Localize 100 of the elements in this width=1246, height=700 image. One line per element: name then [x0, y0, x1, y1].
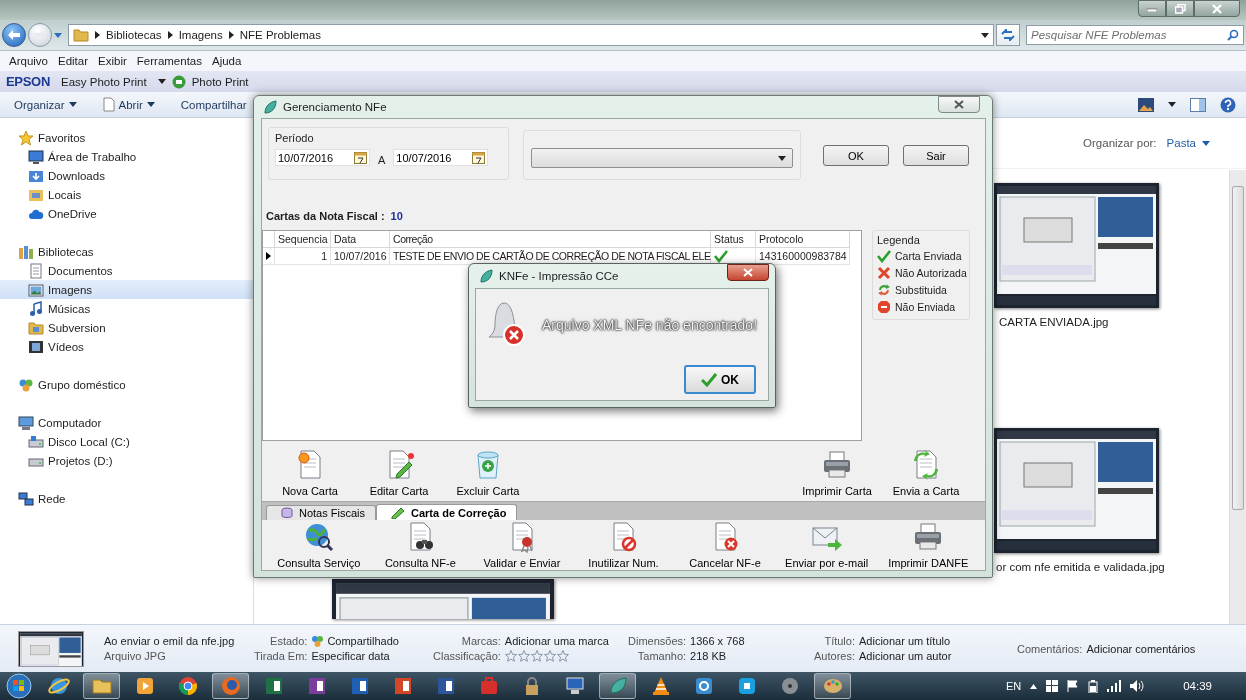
scrollbar[interactable] [1229, 170, 1246, 624]
start-button[interactable] [4, 673, 34, 699]
language-indicator[interactable]: EN [1005, 680, 1022, 692]
column-header[interactable]: Data [331, 231, 390, 248]
nav-item[interactable]: Grupo doméstico [0, 375, 253, 394]
nav-item[interactable]: OneDrive [0, 204, 253, 223]
menu-item[interactable]: Arquivo [4, 55, 53, 67]
toolbar-button[interactable]: Imprimir DANFE [877, 521, 979, 569]
date-field[interactable]: 10/07/2016 [275, 149, 370, 166]
search-field[interactable]: Pesquisar NFE Problemas [1026, 25, 1244, 45]
star-icon [504, 650, 517, 662]
nav-item[interactable]: Favoritos [0, 128, 253, 147]
tab[interactable]: Notas Fiscais [266, 505, 377, 520]
toolbar-button[interactable]: Validar e Enviar [471, 521, 573, 569]
battery-icon[interactable] [1088, 679, 1099, 693]
nav-item[interactable]: Disco Local (C:) [0, 432, 253, 451]
property-value[interactable]: Compartilhado [327, 635, 399, 647]
toolbar-button[interactable]: Nova Carta [270, 449, 350, 497]
network-icon [18, 490, 34, 507]
preview-pane-icon[interactable] [1190, 97, 1206, 112]
nav-item[interactable]: Locais [0, 185, 253, 204]
property-value[interactable]: Adicionar um título [859, 635, 951, 647]
clock[interactable]: 04:39 [1183, 680, 1212, 692]
nav-item[interactable]: Músicas [0, 299, 253, 318]
toolbar-button[interactable]: Cancelar NF-e [674, 521, 776, 569]
group-label: Período [275, 132, 314, 144]
property-value[interactable]: Adicionar uma marca [504, 635, 609, 647]
ok-button[interactable]: OK [684, 365, 756, 394]
close-button[interactable] [938, 96, 980, 113]
toolbar-button[interactable]: Compartilhar [176, 96, 251, 113]
close-button[interactable] [1194, 0, 1240, 17]
filter-dropdown[interactable] [531, 148, 793, 168]
file-name[interactable]: or com nfe emitida e validada.jpg [996, 561, 1165, 573]
property-value[interactable]: Adicionar um autor [859, 650, 952, 662]
nav-item[interactable]: Subversion [0, 318, 253, 337]
maximize-button[interactable] [1166, 0, 1194, 17]
stop-sign-icon [877, 300, 891, 314]
tab[interactable]: Carta de Correção [376, 504, 518, 520]
signal-icon[interactable] [1107, 680, 1122, 692]
nav-item[interactable]: Documentos [0, 261, 253, 280]
breadcrumb[interactable]: Imagens [178, 29, 223, 41]
toolbar-link[interactable]: Photo Print [191, 75, 249, 88]
nav-item[interactable]: Computador [0, 413, 253, 432]
toolbar-button[interactable]: Imprimir Carta [797, 449, 877, 497]
property-value[interactable]: Especificar data [311, 650, 390, 662]
back-button[interactable] [2, 23, 26, 47]
arrow-right-icon [34, 30, 46, 40]
windows-icon[interactable] [1046, 680, 1059, 692]
toolbar-button[interactable]: Consulta NF-e [369, 521, 472, 569]
arrange-dropdown[interactable]: Pasta [1166, 137, 1210, 149]
menu-item[interactable]: Exibir [93, 55, 132, 67]
nav-item[interactable]: Área de Trabalho [0, 147, 253, 166]
star-icon [517, 650, 530, 662]
caret-up-icon[interactable] [1030, 683, 1038, 689]
menu-item[interactable]: Ajuda [207, 55, 247, 67]
help-icon[interactable] [1220, 96, 1236, 113]
property-value[interactable]: Adicionar comentários [1086, 642, 1196, 655]
caret-icon[interactable] [54, 32, 62, 38]
close-button[interactable] [727, 264, 769, 281]
column-header[interactable]: Sequencia [275, 231, 331, 248]
menu-item[interactable]: Editar [53, 55, 94, 67]
nav-item[interactable]: Projetos (D:) [0, 451, 253, 470]
minimize-button[interactable] [1138, 0, 1166, 17]
toolbar-button[interactable]: Envia a Carta [886, 449, 966, 497]
nav-item[interactable]: Downloads [0, 166, 253, 185]
row-indicator[interactable] [263, 248, 275, 265]
column-header[interactable]: Status [711, 231, 756, 248]
column-header[interactable]: Protocolo [756, 231, 850, 248]
nav-item[interactable]: Bibliotecas [0, 242, 253, 261]
toolbar-menu[interactable]: Easy Photo Print [56, 75, 152, 88]
toolbar-button[interactable]: Excluir Carta [448, 449, 528, 497]
file-name[interactable]: CARTA ENVIADA.jpg [999, 316, 1109, 328]
toolbar-button[interactable]: Consulta Serviço [268, 521, 370, 569]
breadcrumb[interactable]: NFE Problemas [239, 29, 321, 41]
toolbar-button[interactable]: Abrir [98, 95, 159, 114]
count-value: 10 [390, 210, 403, 222]
ok-button[interactable]: OK [823, 145, 889, 166]
star-icon [556, 650, 569, 662]
toolbar-button[interactable]: Inutilizar Num. [572, 521, 675, 569]
menu-item[interactable]: Ferramentas [131, 55, 207, 67]
error-message: Arquivo XML NFe não encontrado! [542, 317, 758, 333]
toolbar-button[interactable]: Enviar por e-mail [775, 521, 878, 569]
nav-item[interactable]: Rede [0, 489, 253, 508]
volume-icon[interactable] [1130, 680, 1145, 692]
table-cell: 10/07/2016 [331, 248, 390, 265]
address-bar[interactable]: Bibliotecas Imagens NFE Problemas [68, 24, 994, 46]
toolbar-button[interactable]: Organizar [10, 96, 81, 113]
flag-icon[interactable] [1067, 680, 1080, 692]
nav-item[interactable]: Imagens [0, 280, 253, 299]
toolbar-button[interactable]: Editar Carta [359, 449, 439, 497]
refresh-button[interactable] [996, 24, 1020, 46]
property-value[interactable]: 218 KB [690, 650, 727, 662]
date-field[interactable]: 10/07/2016 [393, 149, 489, 166]
column-header[interactable]: Correção [390, 231, 711, 248]
property-value[interactable]: 1366 x 768 [690, 635, 745, 647]
breadcrumb[interactable]: Bibliotecas [106, 29, 162, 41]
forward-button[interactable] [28, 23, 52, 47]
picture-icon[interactable] [1138, 97, 1154, 112]
exit-button[interactable]: Sair [903, 145, 969, 166]
nav-item[interactable]: Vídeos [0, 337, 253, 356]
